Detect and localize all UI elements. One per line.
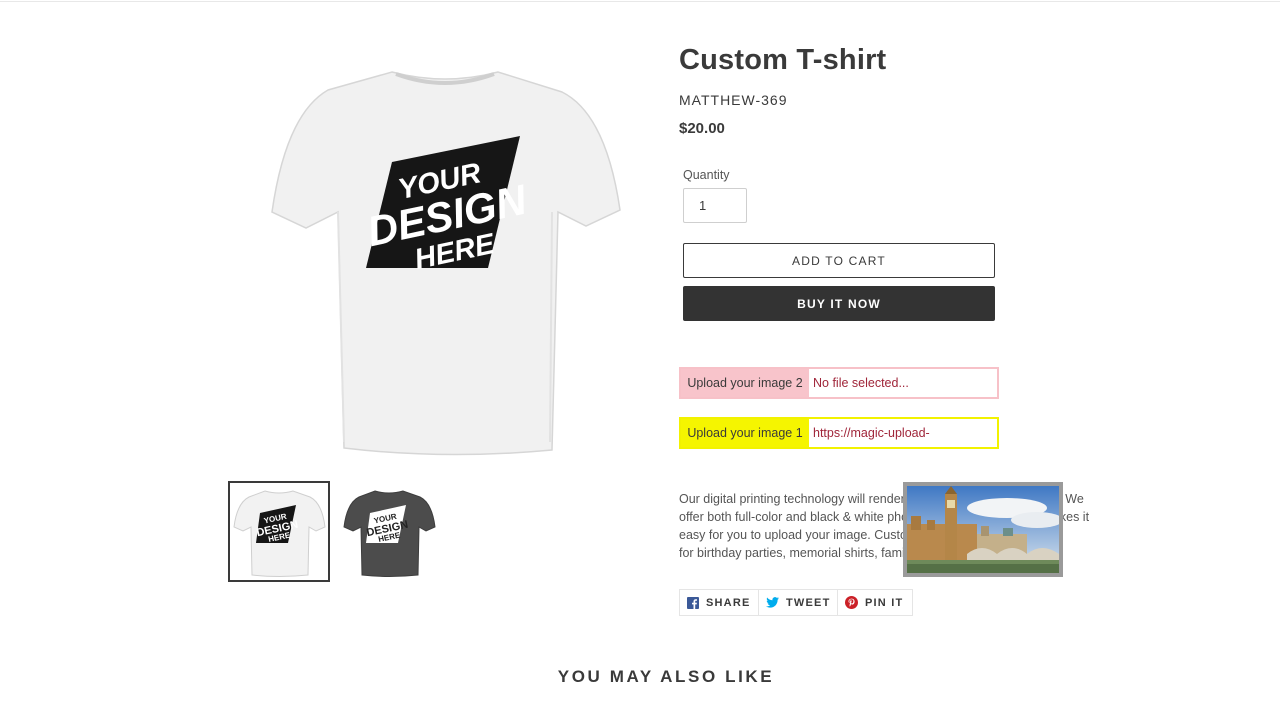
- header-divider: [0, 0, 1280, 2]
- upload-image-1-label[interactable]: Upload your image 1: [681, 419, 809, 447]
- thumbnail-gray-shirt[interactable]: YOUR DESIGN HERE: [338, 481, 440, 582]
- share-pinterest-label: PIN IT: [865, 596, 904, 609]
- upload-image-2-field[interactable]: Upload your image 2 No file selected...: [679, 367, 999, 399]
- upload-image-1-field[interactable]: Upload your image 1 https://magic-upload…: [679, 417, 999, 449]
- share-facebook-button[interactable]: SHARE: [679, 589, 761, 616]
- upload-image-1-value[interactable]: https://magic-upload-: [809, 419, 997, 447]
- related-products-heading: YOU MAY ALSO LIKE: [557, 667, 775, 686]
- share-twitter-button[interactable]: TWEET: [758, 589, 841, 616]
- product-vendor: MATTHEW-369: [679, 92, 788, 108]
- quantity-label: Quantity: [683, 168, 730, 182]
- product-price: $20.00: [679, 120, 725, 137]
- product-title: Custom T-shirt: [679, 44, 887, 76]
- product-main-image[interactable]: YOUR DESIGN HERE: [262, 62, 628, 460]
- share-pinterest-button[interactable]: PIN IT: [837, 589, 914, 616]
- quantity-input[interactable]: [683, 188, 747, 223]
- share-facebook-label: SHARE: [706, 596, 751, 609]
- twitter-icon: [766, 597, 779, 608]
- upload-image-2-label[interactable]: Upload your image 2: [681, 369, 809, 397]
- uploaded-image-preview[interactable]: [903, 482, 1063, 577]
- add-to-cart-button[interactable]: Add to cart: [683, 243, 995, 278]
- facebook-icon: [687, 596, 699, 609]
- share-twitter-label: TWEET: [786, 596, 831, 609]
- thumbnail-white-shirt[interactable]: YOUR DESIGN HERE: [228, 481, 330, 582]
- buy-it-now-button[interactable]: Buy it now: [683, 286, 995, 321]
- pinterest-icon: [845, 596, 858, 609]
- upload-image-2-value[interactable]: No file selected...: [809, 369, 997, 397]
